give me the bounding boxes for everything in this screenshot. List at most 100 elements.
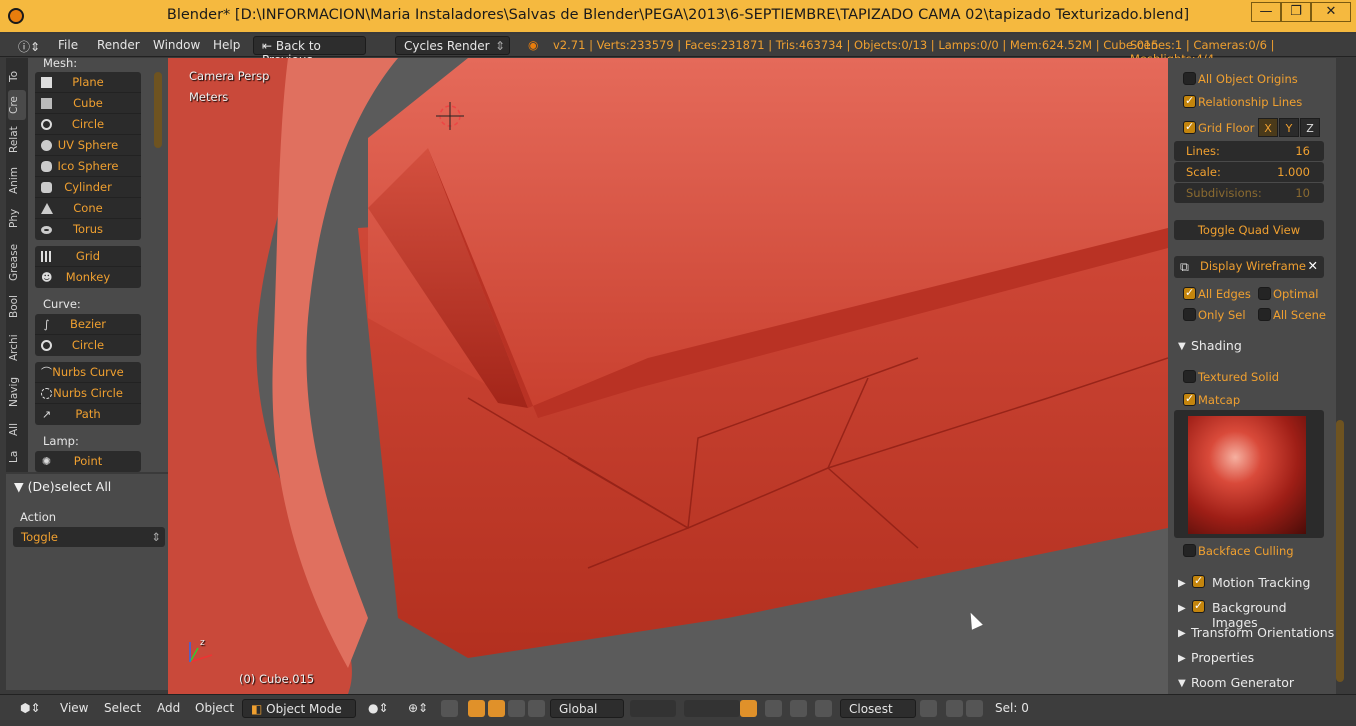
viewport-render (168, 58, 1168, 694)
room-generator-header[interactable]: ▼ Room Generator (1168, 673, 1336, 694)
motion-tracking-header[interactable]: ▶ Motion Tracking (1168, 573, 1336, 595)
add-bezier-circle-button[interactable]: Circle (35, 335, 141, 356)
transform-orientations-header[interactable]: ▶ Transform Orientations (1168, 623, 1336, 645)
3d-viewport[interactable]: Camera Persp Meters (0) Cube.015 z (168, 58, 1168, 694)
snap-element-icon[interactable] (815, 700, 832, 717)
motion-tracking-checkbox[interactable] (1192, 574, 1205, 588)
add-circle-button[interactable]: Circle (35, 114, 141, 135)
tab-animation[interactable]: Anim (8, 164, 26, 198)
grid-scale-field[interactable]: Scale: 1.000 (1174, 162, 1324, 182)
snap-target-select[interactable]: Closest (840, 699, 916, 718)
normal-manipulator-icon[interactable] (528, 700, 545, 717)
add-path-button[interactable]: ↗ Path (35, 404, 141, 425)
circle-icon (41, 119, 52, 130)
axis-x-toggle[interactable]: X (1258, 118, 1278, 137)
toolshelf-scrollbar[interactable] (154, 72, 162, 148)
pivot-point-icon[interactable]: ⊕⇕ (408, 701, 428, 715)
add-grid-button[interactable]: Grid (35, 246, 141, 267)
relationship-lines-checkbox[interactable] (1183, 94, 1196, 108)
render-camera-icon[interactable] (946, 700, 963, 717)
render-engine-select[interactable]: Cycles Render ⇕ (395, 36, 510, 55)
menu-view[interactable]: View (60, 701, 88, 715)
menu-object[interactable]: Object (195, 701, 234, 715)
info-editor-icon[interactable]: ⓘ⇕ (18, 38, 40, 55)
translate-manipulator-icon[interactable] (468, 700, 485, 717)
add-nurbs-curve-button[interactable]: ⌒ Nurbs Curve (35, 362, 141, 383)
tab-relations[interactable]: Relat (8, 122, 26, 158)
add-point-lamp-button[interactable]: ✺ Point (35, 451, 141, 472)
opengl-render-icon[interactable] (920, 700, 937, 717)
tab-archi[interactable]: Archi (8, 330, 26, 366)
tool-tabs: To Cre Relat Anim Phy Grease Bool Archi … (6, 58, 28, 472)
layer-buttons-a[interactable] (630, 700, 676, 717)
scale-manipulator-icon[interactable] (508, 700, 525, 717)
menu-file[interactable]: File (58, 38, 78, 52)
backface-culling-checkbox[interactable] (1183, 544, 1196, 557)
tab-create[interactable]: Cre (8, 90, 26, 120)
grid-lines-field[interactable]: Lines: 16 (1174, 141, 1324, 161)
axis-z-toggle[interactable]: Z (1300, 118, 1320, 137)
tab-navig[interactable]: Navig (8, 372, 26, 412)
back-to-previous-button[interactable]: ⇤ Back to Previous (253, 36, 366, 67)
background-images-header[interactable]: ▶ Background Images (1168, 598, 1336, 630)
viewport-shading-icon[interactable]: ●⇕ (368, 701, 389, 715)
add-cylinder-button[interactable]: Cylinder (35, 177, 141, 198)
add-cone-button[interactable]: Cone (35, 198, 141, 219)
operator-title[interactable]: ▼ (De)select All (14, 479, 111, 494)
only-sel-checkbox[interactable] (1183, 308, 1196, 321)
close-button[interactable]: ✕ (1311, 2, 1351, 22)
rotate-manipulator-icon[interactable] (488, 700, 505, 717)
axis-y-toggle[interactable]: Y (1279, 118, 1299, 137)
all-edges-checkbox[interactable] (1183, 286, 1196, 300)
menu-help[interactable]: Help (213, 38, 240, 52)
shading-panel-header[interactable]: ▼ Shading (1168, 336, 1336, 358)
grid-subdivisions-field[interactable]: Subdivisions: 10 (1174, 183, 1324, 203)
tab-all[interactable]: All (8, 418, 26, 440)
add-monkey-button[interactable]: ☻ Monkey (35, 267, 141, 288)
action-select[interactable]: Toggle ⇕ (13, 527, 165, 547)
manipulator-icon[interactable] (441, 700, 458, 717)
close-icon[interactable]: ✕ (1308, 258, 1318, 273)
background-images-checkbox[interactable] (1192, 599, 1205, 613)
add-bezier-button[interactable]: ∫ Bezier (35, 314, 141, 335)
mode-select[interactable]: ◧ Object Mode (242, 699, 356, 718)
layer-buttons-b[interactable] (684, 700, 740, 717)
menu-render[interactable]: Render (97, 38, 140, 52)
add-nurbs-circle-button[interactable]: Nurbs Circle (35, 383, 141, 404)
all-object-origins-checkbox[interactable] (1183, 72, 1196, 85)
wireframe-icon: ⧉ (1180, 259, 1189, 274)
menu-add[interactable]: Add (157, 701, 180, 715)
editor-type-icon[interactable]: ⬢⇕ (20, 701, 41, 715)
all-scene-checkbox[interactable] (1258, 308, 1271, 321)
tab-bool[interactable]: Bool (8, 292, 26, 322)
proportional-edit-icon[interactable] (765, 700, 782, 717)
render-animation-icon[interactable] (966, 700, 983, 717)
add-plane-button[interactable]: Plane (35, 72, 141, 93)
add-uv-sphere-button[interactable]: UV Sphere (35, 135, 141, 156)
snap-icon[interactable] (790, 700, 807, 717)
toggle-quad-view-button[interactable]: Toggle Quad View (1174, 220, 1324, 240)
orientation-select[interactable]: Global (550, 699, 624, 718)
lamp-tools: ✺ Point (35, 451, 141, 472)
add-torus-button[interactable]: Torus (35, 219, 141, 240)
add-cube-button[interactable]: Cube (35, 93, 141, 114)
menu-window[interactable]: Window (153, 38, 200, 52)
tab-physics[interactable]: Phy (8, 204, 26, 232)
properties-scrollbar[interactable] (1336, 420, 1344, 682)
cylinder-icon (41, 182, 52, 193)
tab-la[interactable]: La (8, 446, 26, 468)
matcap-checkbox[interactable] (1183, 392, 1196, 406)
tab-grease[interactable]: Grease (8, 238, 26, 286)
textured-solid-checkbox[interactable] (1183, 370, 1196, 383)
grid-floor-checkbox[interactable] (1183, 120, 1196, 134)
optimal-checkbox[interactable] (1258, 287, 1271, 300)
backface-culling-label: Backface Culling (1198, 544, 1294, 558)
add-ico-sphere-button[interactable]: Ico Sphere (35, 156, 141, 177)
properties-panel-header[interactable]: ▶ Properties (1168, 648, 1336, 670)
minimize-button[interactable]: — (1251, 2, 1281, 22)
maximize-button[interactable]: ❐ (1281, 2, 1311, 22)
tab-tools[interactable]: To (8, 64, 26, 88)
menu-select[interactable]: Select (104, 701, 141, 715)
lock-camera-icon[interactable] (740, 700, 757, 717)
display-wireframe-header[interactable]: ⧉ Display Wireframe ✕ (1174, 256, 1324, 278)
